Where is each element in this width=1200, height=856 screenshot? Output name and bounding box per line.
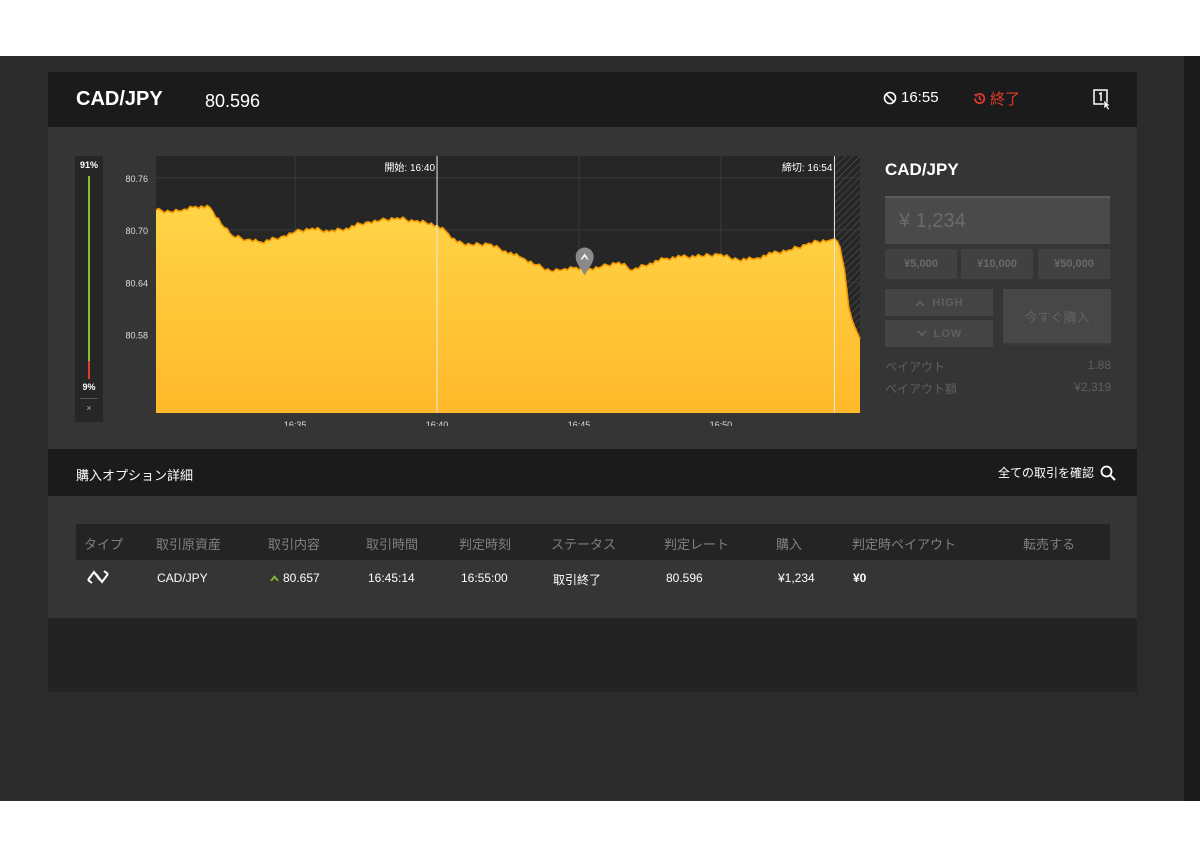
col-resale: 転売する xyxy=(1023,538,1076,553)
sentiment-gauge: 91% 9% × xyxy=(75,156,103,422)
gauge-divider xyxy=(80,398,98,399)
payout-amount-value: ¥2,319 xyxy=(1074,380,1111,394)
one-click-mode-button[interactable] xyxy=(1093,89,1113,111)
table-header: タイプ 取引原資産 取引内容 取引時間 判定時刻 ステータス 判定レート 購入 … xyxy=(76,524,1110,560)
arrow-up-icon xyxy=(915,299,926,306)
high-button[interactable]: HIGH xyxy=(885,289,993,316)
search-icon xyxy=(1100,465,1116,481)
footer-band xyxy=(0,692,1184,801)
payout-amount-row: ペイアウト額 ¥2,319 xyxy=(885,380,1111,397)
row-trade-rate: 80.657 xyxy=(283,571,320,585)
low-percentage: 9% xyxy=(82,382,96,392)
trading-panel: CAD/JPY 80.596 16:55 終了 91% 9% × 80.76 80… xyxy=(48,72,1137,618)
low-button[interactable]: LOW xyxy=(885,320,993,347)
preset-5000-button[interactable]: ¥5,000 xyxy=(885,249,957,279)
x-tick-label: 16:35 xyxy=(284,420,307,426)
trade-panel: CAD/JPY ¥5,000 ¥10,000 ¥50,000 HIGH LOW … xyxy=(885,156,1111,406)
row-judge-time: 16:55:00 xyxy=(461,571,508,585)
row-status: 取引終了 xyxy=(553,573,602,587)
end-line-label: 締切: 16:54 xyxy=(782,161,833,174)
col-payout: 判定時ペイアウト xyxy=(852,538,957,553)
high-button-label: HIGH xyxy=(932,296,964,309)
col-trade-content: 取引内容 xyxy=(268,538,321,553)
col-judge-rate: 判定レート xyxy=(664,538,730,553)
amount-input[interactable] xyxy=(885,196,1110,244)
view-all-trades-label: 全ての取引を確認 xyxy=(998,466,1095,480)
timer-off-icon xyxy=(883,91,897,104)
price-chart: 80.76 80.70 80.64 80.58 16:35 16:40 16:45 16:50… xyxy=(125,156,861,426)
row-purchase: ¥1,234 xyxy=(778,571,815,585)
row-trade-content: 80.657 xyxy=(269,571,320,585)
expiry-time: 16:55 xyxy=(883,89,939,106)
payout-value: 1.88 xyxy=(1087,358,1111,372)
one-click-icon xyxy=(1093,89,1111,111)
chart-area: 91% 9% × 80.76 80.70 80.64 80.58 16:35 16:40 1… xyxy=(75,156,861,426)
preset-10000-button[interactable]: ¥10,000 xyxy=(961,249,1033,279)
payout-label: ペイアウト xyxy=(885,360,946,374)
high-bar xyxy=(88,176,90,361)
payout-amount-label: ペイアウト額 xyxy=(885,382,958,396)
trade-panel-asset: CAD/JPY xyxy=(885,160,959,179)
x-tick-label: 16:40 xyxy=(426,420,449,426)
trade-status: 終了 xyxy=(972,88,1020,109)
high-arrow-icon xyxy=(269,575,280,581)
asset-header: CAD/JPY 80.596 16:55 終了 xyxy=(48,72,1137,127)
buy-now-button[interactable]: 今すぐ購入 xyxy=(1003,289,1111,345)
y-tick-label: 80.64 xyxy=(125,278,148,288)
x-tick-label: 16:45 xyxy=(568,420,591,426)
view-all-trades-link[interactable]: 全ての取引を確認 xyxy=(998,464,1116,481)
top-margin xyxy=(48,56,1137,72)
left-margin xyxy=(0,56,48,692)
col-status: ステータス xyxy=(551,538,617,553)
y-tick-label: 80.70 xyxy=(125,226,148,236)
payout-row: ペイアウト 1.88 xyxy=(885,358,1111,375)
current-price: 80.596 xyxy=(205,91,261,111)
row-trade-time: 16:45:14 xyxy=(368,571,415,585)
trades-table: タイプ 取引原資産 取引内容 取引時間 判定時刻 ステータス 判定レート 購入 … xyxy=(76,524,1110,596)
arrow-down-icon xyxy=(916,330,927,337)
col-purchase: 購入 xyxy=(776,538,803,553)
col-trade-time: 取引時間 xyxy=(366,538,419,553)
status-label: 終了 xyxy=(990,91,1021,108)
x-tick-label: 16:50 xyxy=(710,420,733,426)
purchase-details-title: 購入オプション詳細 xyxy=(76,469,194,484)
col-type: タイプ xyxy=(84,538,124,553)
history-icon xyxy=(973,93,986,105)
low-button-label: LOW xyxy=(933,327,963,340)
high-low-type-icon xyxy=(87,570,109,584)
high-percentage: 91% xyxy=(79,160,98,170)
purchase-details-bar: 購入オプション詳細 全ての取引を確認 xyxy=(48,449,1137,496)
expiry-time-label: 16:55 xyxy=(901,89,939,106)
asset-name: CAD/JPY xyxy=(76,88,163,110)
row-asset: CAD/JPY xyxy=(157,571,208,585)
col-judge-time: 判定時刻 xyxy=(459,538,512,553)
y-tick-label: 80.76 xyxy=(125,174,148,184)
scrollbar-track[interactable] xyxy=(1184,56,1200,801)
low-bar xyxy=(88,361,90,379)
row-judge-rate: 80.596 xyxy=(666,571,703,585)
row-payout: ¥0 xyxy=(853,571,867,585)
gauge-close-button[interactable]: × xyxy=(75,403,103,413)
right-margin xyxy=(1137,56,1184,692)
col-asset: 取引原資産 xyxy=(156,538,222,553)
start-line-label: 開始: 16:40 xyxy=(384,161,435,174)
table-row[interactable]: CAD/JPY 80.657 16:45:14 16:55:00 取引終了 80… xyxy=(76,560,1110,596)
y-tick-label: 80.58 xyxy=(125,331,148,341)
preset-50000-button[interactable]: ¥50,000 xyxy=(1038,249,1110,279)
